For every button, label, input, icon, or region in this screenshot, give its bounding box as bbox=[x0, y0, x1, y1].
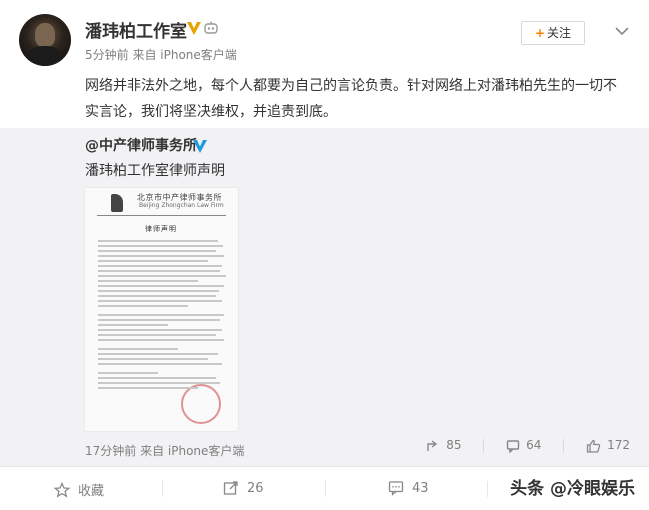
repost-card: @中产律师事务所 潘玮柏工作室律师声明 北京市中产律师事务所 Beijing Z… bbox=[0, 128, 649, 466]
author-name[interactable]: 潘玮柏工作室 bbox=[85, 17, 187, 42]
repost-stats: 85 64 172 bbox=[408, 438, 630, 454]
doc-firm-name-en: Beijing Zhongchan Law Firm bbox=[139, 202, 224, 209]
favorite-button[interactable]: 收藏 bbox=[54, 480, 104, 499]
follow-label: 关注 bbox=[547, 26, 572, 40]
repost-like[interactable]: 172 bbox=[586, 438, 630, 453]
follow-button[interactable]: + 关注 bbox=[521, 21, 585, 45]
comment-icon bbox=[506, 440, 520, 454]
verified-badge-icon bbox=[193, 140, 207, 153]
repost-comment[interactable]: 64 bbox=[506, 438, 542, 454]
post-content: 网络并非法外之地，每个人都要为自己的言论负责。针对网络上对潘玮柏先生的一切不实言… bbox=[85, 78, 617, 120]
doc-text-line bbox=[98, 290, 219, 292]
repost-author[interactable]: @中产律师事务所 bbox=[85, 135, 197, 155]
doc-title: 律师声明 bbox=[145, 225, 177, 233]
doc-text-line bbox=[98, 334, 216, 336]
doc-text-line bbox=[98, 300, 222, 302]
like-count: 172 bbox=[607, 438, 630, 453]
repost-button-count: 26 bbox=[247, 480, 264, 496]
thumbs-up-icon bbox=[586, 439, 601, 453]
robot-badge-icon bbox=[204, 21, 218, 34]
repost-forward[interactable]: 85 bbox=[426, 438, 462, 453]
repost-button[interactable]: 26 bbox=[223, 480, 264, 496]
doc-text-line bbox=[98, 265, 222, 267]
star-icon bbox=[54, 481, 70, 498]
doc-text-line bbox=[98, 285, 224, 287]
share-icon bbox=[223, 481, 238, 495]
doc-text-line bbox=[98, 358, 208, 360]
doc-text-line bbox=[98, 260, 208, 262]
doc-text-line bbox=[98, 305, 188, 307]
doc-text-line bbox=[98, 348, 178, 350]
doc-text-line bbox=[98, 372, 158, 374]
doc-text-line bbox=[98, 324, 168, 326]
verified-badge-icon bbox=[187, 22, 201, 35]
doc-text-line bbox=[98, 314, 224, 316]
doc-text-line bbox=[98, 339, 224, 341]
doc-text-line bbox=[98, 295, 216, 297]
doc-text-line bbox=[98, 270, 220, 272]
doc-text-line bbox=[98, 387, 198, 389]
doc-text-line bbox=[98, 240, 218, 242]
doc-text-line bbox=[98, 353, 218, 355]
law-firm-logo-icon bbox=[111, 194, 123, 212]
comment-button-count: 43 bbox=[412, 480, 429, 496]
plus-icon: + bbox=[534, 26, 546, 40]
doc-text-line bbox=[98, 255, 224, 257]
doc-text-line bbox=[98, 245, 223, 247]
doc-text-line bbox=[98, 275, 226, 277]
doc-text-line bbox=[98, 382, 220, 384]
watermark: 头条 @冷眼娱乐 bbox=[506, 474, 639, 499]
comment-button[interactable]: 43 bbox=[388, 480, 429, 496]
avatar[interactable] bbox=[19, 14, 71, 66]
favorite-label: 收藏 bbox=[78, 484, 105, 499]
repost-meta: 17分钟前 来自 iPhone客户端 bbox=[85, 444, 245, 458]
doc-text-line bbox=[98, 280, 198, 282]
doc-text-line bbox=[98, 329, 222, 331]
lawyer-statement-image[interactable]: 北京市中产律师事务所 Beijing Zhongchan Law Firm 律师… bbox=[85, 188, 238, 431]
repost-count: 85 bbox=[446, 438, 462, 453]
comment-icon bbox=[388, 481, 404, 496]
repost-text: 潘玮柏工作室律师声明 bbox=[85, 163, 225, 179]
doc-text-line bbox=[98, 377, 216, 379]
doc-text-line bbox=[98, 250, 216, 252]
seal-stamp-icon bbox=[181, 384, 221, 424]
doc-text-line bbox=[98, 319, 220, 321]
comment-count: 64 bbox=[526, 438, 542, 453]
chevron-down-icon[interactable] bbox=[615, 26, 629, 36]
post-meta: 5分钟前 来自 iPhone客户端 bbox=[85, 48, 237, 62]
share-icon bbox=[427, 440, 438, 451]
doc-text-line bbox=[98, 363, 222, 365]
